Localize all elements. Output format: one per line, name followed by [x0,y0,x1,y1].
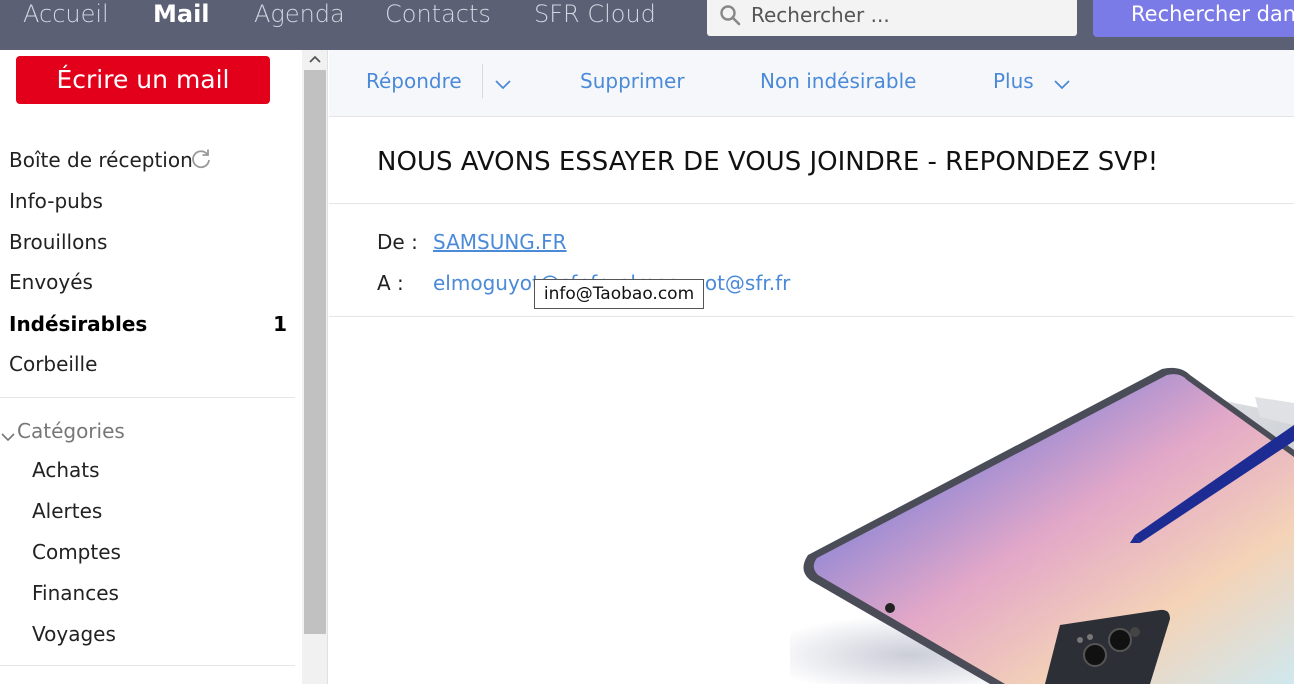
search-button[interactable]: Rechercher dans m [1093,0,1294,37]
category-achats[interactable]: Achats [32,456,100,484]
sender-tooltip: info@Taobao.com [534,279,704,309]
folder-label: Envoyés [9,270,93,294]
more-chevron-icon[interactable] [1054,77,1070,95]
search-input[interactable] [751,2,1071,28]
nav-contacts[interactable]: Contacts [385,0,491,28]
scroll-up-icon[interactable] [302,50,328,70]
category-voyages[interactable]: Voyages [32,620,116,648]
folder-trash[interactable]: Corbeille [9,350,289,378]
chevron-down-icon [1,423,15,451]
to-label: A : [377,271,404,295]
folder-label: Corbeille [9,352,98,376]
category-comptes[interactable]: Comptes [32,538,121,566]
folder-spam[interactable]: Indésirables 1 [9,310,289,338]
folder-label: Indésirables [9,312,148,336]
folder-sent[interactable]: Envoyés [9,268,289,296]
folder-label: Boîte de réception [9,148,193,172]
unread-count: 1 [273,312,287,336]
folder-inbox[interactable]: Boîte de réception [9,146,289,174]
categories-label: Catégories [17,419,125,443]
nav-mail[interactable]: Mail [153,0,210,28]
folder-label: Info-pubs [9,189,103,213]
category-finances[interactable]: Finances [32,579,119,607]
more-button[interactable]: Plus [993,67,1034,95]
nav-accueil[interactable]: Accueil [23,0,109,28]
sender-link[interactable]: SAMSUNG.FR [433,228,567,256]
sidebar: Écrire un mail Boîte de réception Info-p… [0,50,302,684]
not-spam-button[interactable]: Non indésirable [760,67,916,95]
search-icon [719,4,741,31]
toolbar-separator [482,64,483,98]
search-box [707,0,1077,36]
nav-agenda[interactable]: Agenda [254,0,345,28]
compose-button[interactable]: Écrire un mail [16,56,270,104]
reply-options-chevron-icon[interactable] [495,77,511,95]
message-subject: NOUS AVONS ESSAYER DE VOUS JOINDRE - REP… [377,147,1159,177]
header-divider [329,316,1294,317]
folder-label: Brouillons [9,230,108,254]
message-toolbar: Répondre Supprimer Non indésirable Plus [329,50,1294,117]
folder-info-pubs[interactable]: Info-pubs [9,187,289,215]
delete-button[interactable]: Supprimer [580,67,685,95]
sidebar-scrollbar[interactable] [302,50,328,684]
reply-button[interactable]: Répondre [366,67,462,95]
category-alertes[interactable]: Alertes [32,497,102,525]
sidebar-divider [0,665,295,666]
from-label: De : [377,230,418,254]
nav-sfr-cloud[interactable]: SFR Cloud [534,0,656,28]
folder-drafts[interactable]: Brouillons [9,228,289,256]
sidebar-divider [0,397,295,398]
scroll-thumb[interactable] [304,70,326,634]
phone-product-image [760,355,1294,684]
header-divider [329,203,1294,204]
refresh-icon[interactable] [190,148,212,175]
top-nav-bar: Accueil Mail Agenda Contacts SFR Cloud R… [0,0,1294,50]
